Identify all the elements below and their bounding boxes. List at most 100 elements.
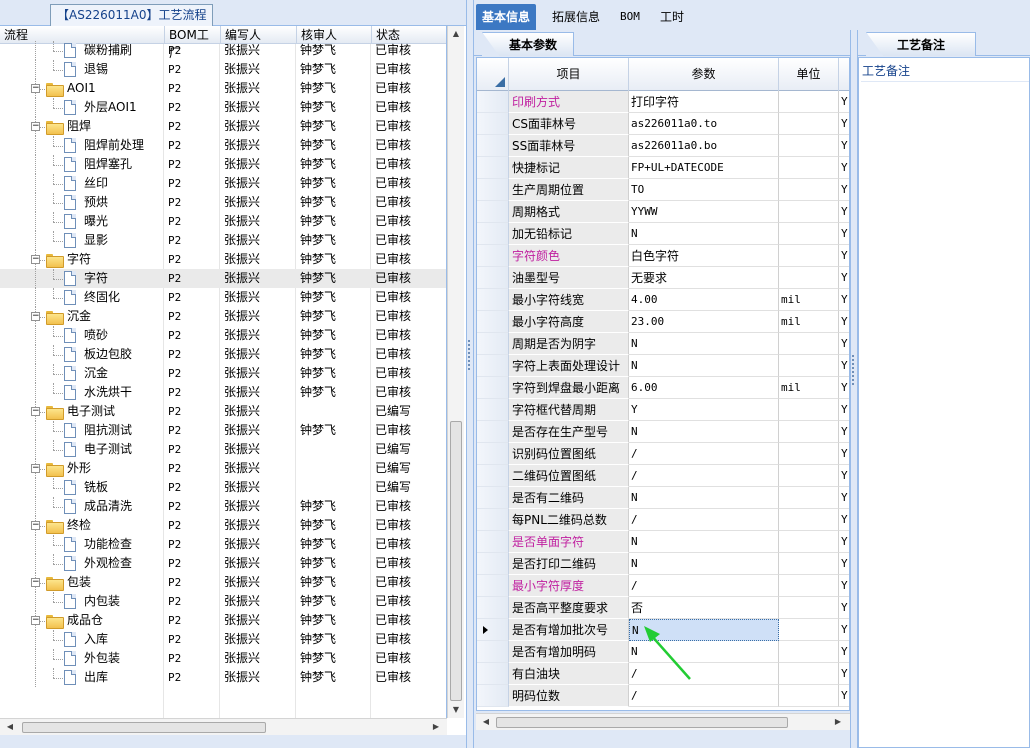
splitter-grip-icon[interactable] xyxy=(468,340,472,370)
tree-step-row[interactable]: 内包装 P2 张振兴 钟梦飞 已审核 xyxy=(0,592,446,611)
scroll-left-arrow-icon[interactable]: ◀ xyxy=(2,719,18,735)
param-row[interactable]: 字符框代替周期 Y Y xyxy=(477,399,849,421)
tree-step-row[interactable]: 退锡 P2 张振兴 钟梦飞 已审核 xyxy=(0,60,446,79)
tree-node[interactable]: 阻抗测试 xyxy=(0,421,162,440)
tree-step-row[interactable]: 终固化 P2 张振兴 钟梦飞 已审核 xyxy=(0,288,446,307)
row-header[interactable] xyxy=(477,113,509,135)
param-flag-field[interactable]: Y xyxy=(839,443,849,465)
tree-node[interactable]: − 阻焊 xyxy=(0,117,162,136)
tree-folder-row[interactable]: − 外形 P2 张振兴 已编写 xyxy=(0,459,446,478)
param-value-field[interactable]: 23.00 xyxy=(629,311,779,333)
param-row[interactable]: 字符到焊盘最小距离 6.00 mil Y xyxy=(477,377,849,399)
param-unit-field[interactable] xyxy=(779,553,839,575)
row-header[interactable] xyxy=(477,355,509,377)
param-row[interactable]: 印刷方式 打印字符 Y xyxy=(477,91,849,113)
param-value-field[interactable]: N xyxy=(629,333,779,355)
param-unit-field[interactable] xyxy=(779,575,839,597)
tree-step-row[interactable]: 字符 P2 张振兴 钟梦飞 已审核 xyxy=(0,269,446,288)
tree-step-row[interactable]: 入库 P2 张振兴 钟梦飞 已审核 xyxy=(0,630,446,649)
tree-node[interactable]: 板边包胶 xyxy=(0,345,162,364)
row-header[interactable] xyxy=(477,399,509,421)
tree-step-row[interactable]: 外包装 P2 张振兴 钟梦飞 已审核 xyxy=(0,649,446,668)
tree-step-row[interactable]: 显影 P2 张振兴 钟梦飞 已审核 xyxy=(0,231,446,250)
param-row[interactable]: 生产周期位置 TO Y xyxy=(477,179,849,201)
tree-step-row[interactable]: 阻焊前处理 P2 张振兴 钟梦飞 已审核 xyxy=(0,136,446,155)
param-row[interactable]: CS面菲林号 as226011a0.to Y xyxy=(477,113,849,135)
param-row[interactable]: 油墨型号 无要求 Y xyxy=(477,267,849,289)
param-unit-field[interactable] xyxy=(779,245,839,267)
param-flag-field[interactable]: Y xyxy=(839,267,849,289)
tree-vertical-scrollbar[interactable]: ▲ ▼ xyxy=(447,26,464,718)
param-value-field[interactable]: / xyxy=(629,685,779,707)
column-header-param[interactable]: 参数 xyxy=(629,58,779,91)
param-flag-field[interactable]: Y xyxy=(839,685,849,707)
column-header-extra[interactable] xyxy=(839,58,849,91)
tree-node[interactable]: 水洗烘干 xyxy=(0,383,162,402)
row-header[interactable] xyxy=(477,135,509,157)
param-value-field[interactable]: Y xyxy=(629,399,779,421)
param-row[interactable]: 加无铅标记 N Y xyxy=(477,223,849,245)
tree-step-row[interactable]: 电子测试 P2 张振兴 已编写 xyxy=(0,440,446,459)
param-value-field[interactable]: 白色字符 xyxy=(629,245,779,267)
row-header[interactable] xyxy=(477,91,509,113)
param-value-field[interactable]: N xyxy=(629,223,779,245)
scroll-right-arrow-icon[interactable]: ▶ xyxy=(428,719,444,735)
tree-step-row[interactable]: 功能检查 P2 张振兴 钟梦飞 已审核 xyxy=(0,535,446,554)
param-flag-field[interactable]: Y xyxy=(839,223,849,245)
param-flag-field[interactable]: Y xyxy=(839,487,849,509)
param-row[interactable]: 最小字符高度 23.00 mil Y xyxy=(477,311,849,333)
param-row[interactable]: 是否有二维码 N Y xyxy=(477,487,849,509)
param-value-field[interactable]: N xyxy=(629,355,779,377)
collapse-toggle-icon[interactable]: − xyxy=(31,122,40,131)
tree-node[interactable]: 沉金 xyxy=(0,364,162,383)
param-row[interactable]: 字符上表面处理设计 N Y xyxy=(477,355,849,377)
tab-basic-info[interactable]: 基本信息 xyxy=(476,4,537,30)
param-unit-field[interactable] xyxy=(779,267,839,289)
param-value-field[interactable]: as226011a0.to xyxy=(629,113,779,135)
collapse-toggle-icon[interactable]: − xyxy=(31,312,40,321)
row-header[interactable] xyxy=(477,267,509,289)
tree-folder-row[interactable]: − 终检 P2 张振兴 钟梦飞 已审核 xyxy=(0,516,446,535)
param-value-field[interactable]: / xyxy=(629,575,779,597)
param-flag-field[interactable]: Y xyxy=(839,377,849,399)
param-unit-field[interactable] xyxy=(779,157,839,179)
param-unit-field[interactable] xyxy=(779,663,839,685)
row-header[interactable] xyxy=(477,641,509,663)
param-flag-field[interactable]: Y xyxy=(839,597,849,619)
tree-node[interactable]: 出库 xyxy=(0,668,162,687)
param-unit-field[interactable] xyxy=(779,685,839,707)
tab-extended-info[interactable]: 拓展信息 xyxy=(546,4,606,30)
tree-folder-row[interactable]: − 包装 P2 张振兴 钟梦飞 已审核 xyxy=(0,573,446,592)
tree-step-row[interactable]: 外观检查 P2 张振兴 钟梦飞 已审核 xyxy=(0,554,446,573)
param-flag-field[interactable]: Y xyxy=(839,421,849,443)
scroll-up-arrow-icon[interactable]: ▲ xyxy=(448,26,464,42)
row-header[interactable] xyxy=(477,201,509,223)
param-unit-field[interactable] xyxy=(779,355,839,377)
tree-node[interactable]: − 终检 xyxy=(0,516,162,535)
param-value-field[interactable]: N xyxy=(629,421,779,443)
tree-node[interactable]: − 成品仓 xyxy=(0,611,162,630)
tree-horizontal-scrollbar[interactable]: ◀ ▶ xyxy=(0,718,447,735)
tree-node[interactable]: 内包装 xyxy=(0,592,162,611)
tree-step-row[interactable]: 预烘 P2 张振兴 钟梦飞 已审核 xyxy=(0,193,446,212)
param-unit-field[interactable]: mil xyxy=(779,377,839,399)
param-flag-field[interactable]: Y xyxy=(839,619,849,641)
param-value-field[interactable]: N xyxy=(629,619,779,641)
param-value-field[interactable]: / xyxy=(629,509,779,531)
param-flag-field[interactable]: Y xyxy=(839,575,849,597)
param-row[interactable]: 是否存在生产型号 N Y xyxy=(477,421,849,443)
tree-node[interactable]: 喷砂 xyxy=(0,326,162,345)
param-value-field[interactable]: as226011a0.bo xyxy=(629,135,779,157)
row-header[interactable] xyxy=(477,377,509,399)
param-row[interactable]: 识别码位置图纸 / Y xyxy=(477,443,849,465)
param-row[interactable]: 周期格式 YYWW Y xyxy=(477,201,849,223)
param-flag-field[interactable]: Y xyxy=(839,113,849,135)
param-flag-field[interactable]: Y xyxy=(839,355,849,377)
scroll-down-arrow-icon[interactable]: ▼ xyxy=(448,702,464,718)
param-value-field[interactable]: 无要求 xyxy=(629,267,779,289)
param-value-field[interactable]: / xyxy=(629,465,779,487)
tree-step-row[interactable]: 成品清洗 P2 张振兴 钟梦飞 已审核 xyxy=(0,497,446,516)
row-header[interactable] xyxy=(477,487,509,509)
param-flag-field[interactable]: Y xyxy=(839,641,849,663)
param-value-field[interactable]: N xyxy=(629,487,779,509)
